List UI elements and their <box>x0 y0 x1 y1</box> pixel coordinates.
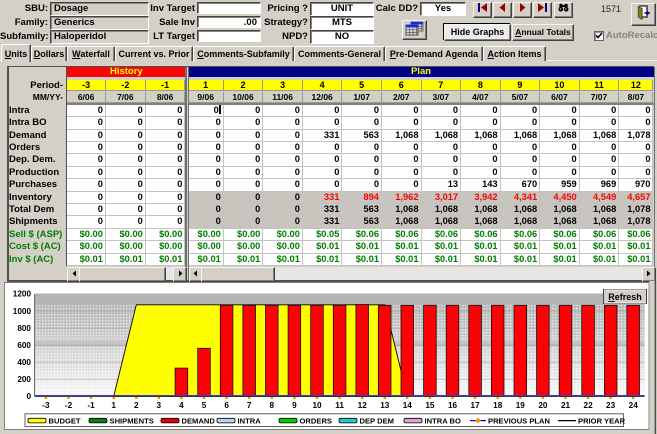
svg-text:2: 2 <box>134 401 139 410</box>
svg-text:DEMAND: DEMAND <box>182 416 216 425</box>
svg-text:ORDERS: ORDERS <box>300 416 333 425</box>
svg-text:22: 22 <box>584 401 594 410</box>
svg-text:1000: 1000 <box>13 307 32 316</box>
svg-text:16: 16 <box>448 401 458 410</box>
svg-text:INTRA: INTRA <box>238 416 262 425</box>
svg-text:6: 6 <box>224 401 229 410</box>
svg-text:0: 0 <box>26 392 31 401</box>
svg-text:INTRA BO: INTRA BO <box>425 416 462 425</box>
svg-text:1: 1 <box>111 401 116 410</box>
svg-text:DEP DEM: DEP DEM <box>360 416 394 425</box>
svg-text:14: 14 <box>403 401 413 410</box>
svg-text:PRIOR YEAR: PRIOR YEAR <box>578 416 626 425</box>
svg-text:7: 7 <box>247 401 252 410</box>
svg-text:BUDGET: BUDGET <box>49 416 81 425</box>
svg-text:-2: -2 <box>65 401 73 410</box>
svg-text:18: 18 <box>493 401 503 410</box>
svg-text:Refresh: Refresh <box>608 292 642 302</box>
svg-text:200: 200 <box>17 375 31 384</box>
svg-text:23: 23 <box>606 401 616 410</box>
svg-text:600: 600 <box>17 341 31 350</box>
svg-text:3: 3 <box>157 401 162 410</box>
svg-text:19: 19 <box>516 401 526 410</box>
svg-text:9: 9 <box>292 401 297 410</box>
svg-text:-1: -1 <box>87 401 95 410</box>
svg-text:13: 13 <box>380 401 390 410</box>
svg-text:PREVIOUS PLAN: PREVIOUS PLAN <box>488 416 550 425</box>
svg-text:20: 20 <box>538 401 548 410</box>
svg-text:12: 12 <box>358 401 368 410</box>
svg-text:5: 5 <box>202 401 207 410</box>
svg-text:400: 400 <box>17 358 31 367</box>
svg-text:11: 11 <box>335 401 344 410</box>
svg-text:1200: 1200 <box>13 290 32 299</box>
svg-text:10: 10 <box>312 401 322 410</box>
svg-text:-3: -3 <box>42 401 50 410</box>
svg-text:4: 4 <box>179 401 184 410</box>
svg-text:8: 8 <box>270 401 275 410</box>
svg-text:21: 21 <box>561 401 571 410</box>
svg-text:17: 17 <box>471 401 481 410</box>
svg-text:SHIPMENTS: SHIPMENTS <box>110 416 154 425</box>
svg-text:800: 800 <box>17 324 31 333</box>
svg-text:15: 15 <box>425 401 435 410</box>
svg-text:24: 24 <box>629 401 639 410</box>
